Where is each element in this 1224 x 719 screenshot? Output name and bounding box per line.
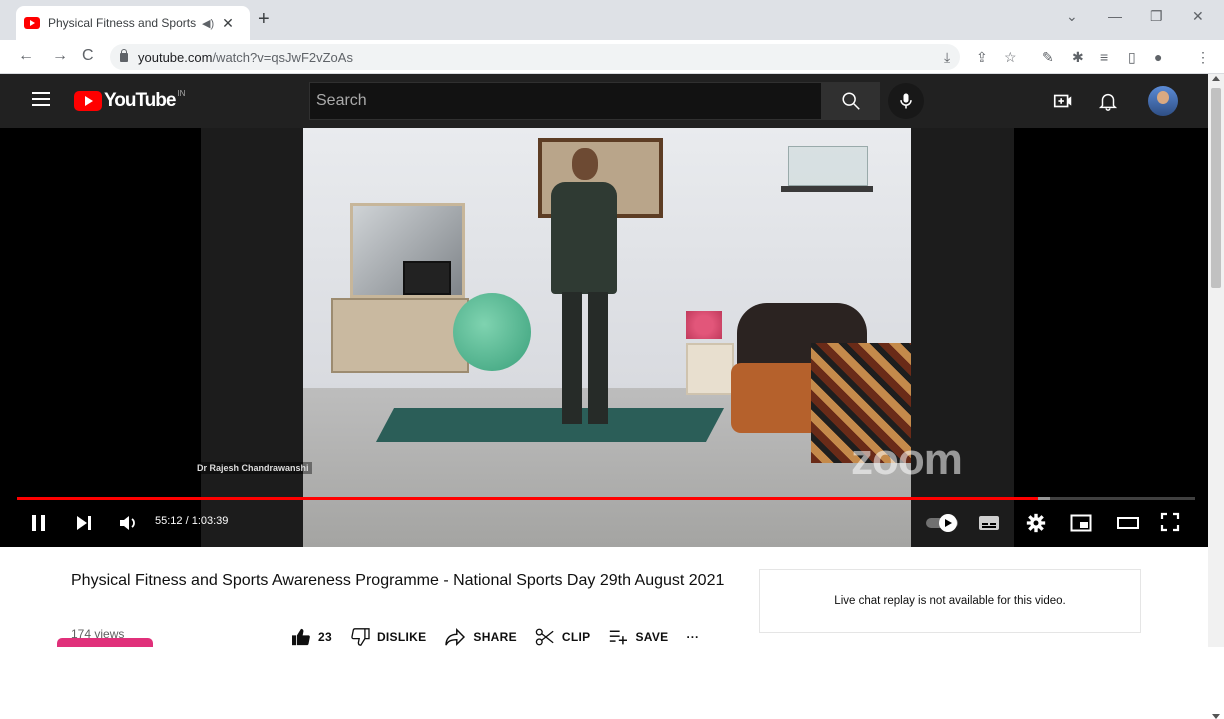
restore-button[interactable]: ❐: [1150, 8, 1163, 25]
close-tab-icon[interactable]: ✕: [222, 15, 234, 32]
youtube-header: YouTube IN: [0, 74, 1208, 128]
account-avatar[interactable]: [1148, 86, 1178, 116]
save-button[interactable]: SAVE: [608, 628, 668, 646]
next-video-icon[interactable]: [75, 514, 93, 532]
dislike-label: DISLIKE: [376, 630, 427, 644]
youtube-logo[interactable]: YouTube IN: [74, 88, 186, 112]
page-scrollbar[interactable]: [1208, 74, 1224, 719]
scrollbar-thumb[interactable]: [1211, 88, 1221, 288]
thumbs-down-icon: [351, 628, 370, 646]
new-tab-button[interactable]: +: [258, 8, 270, 31]
notifications-bell-icon[interactable]: [1097, 90, 1119, 112]
search-button[interactable]: [822, 82, 880, 120]
tab-title: Physical Fitness and Sports A: [48, 16, 198, 30]
exercise-ball: [453, 293, 531, 371]
overlay-pink-bar: [57, 638, 153, 647]
pause-icon[interactable]: [30, 513, 48, 533]
miniplayer-icon[interactable]: [1070, 513, 1092, 533]
time-display: 55:12 / 1:03:39: [155, 515, 229, 527]
scroll-down-arrow-icon[interactable]: [1212, 714, 1220, 719]
instructor: [548, 148, 620, 438]
video-content: [303, 128, 911, 547]
search-input[interactable]: [316, 92, 821, 110]
url-path: /watch?v=qsJwF2vZoAs: [212, 49, 353, 65]
reload-button[interactable]: C: [82, 47, 94, 65]
back-button[interactable]: ←: [18, 47, 34, 65]
playlist-add-icon: [610, 630, 628, 645]
zoom-watermark: zoom: [851, 435, 963, 484]
dislike-button[interactable]: DISLIKE: [350, 628, 426, 646]
cabinet: [331, 298, 469, 373]
search-icon: [842, 92, 860, 110]
save-label: SAVE: [635, 630, 669, 644]
close-window-button[interactable]: ✕: [1192, 8, 1204, 25]
scroll-up-arrow-icon[interactable]: [1212, 76, 1220, 81]
trophy-case: [788, 146, 868, 186]
video-progress-bar[interactable]: [17, 497, 1195, 500]
volume-icon[interactable]: [118, 514, 140, 532]
forward-button[interactable]: →: [52, 47, 68, 65]
video-player[interactable]: [8, 128, 1207, 547]
browser-menu-icon[interactable]: ⋮: [1196, 49, 1210, 66]
autoplay-toggle[interactable]: [925, 513, 961, 533]
reading-list-icon[interactable]: ≡: [1100, 49, 1108, 65]
live-chat-panel: Live chat replay is not available for th…: [759, 569, 1141, 633]
video-actions: 23 DISLIKE SHARE CLIP SAVE ···: [291, 628, 717, 646]
search-box[interactable]: [309, 82, 822, 120]
wall-shelf: [781, 186, 873, 192]
browser-tab-strip: Physical Fitness and Sports A ◀) ✕ + ⌄ —…: [0, 0, 1224, 40]
scissors-icon: [535, 628, 554, 646]
browser-tab[interactable]: Physical Fitness and Sports A ◀) ✕: [16, 6, 250, 40]
video-title: Physical Fitness and Sports Awareness Pr…: [71, 572, 725, 589]
lock-icon[interactable]: [120, 48, 128, 62]
like-button[interactable]: 23: [291, 628, 332, 646]
create-video-icon[interactable]: [1052, 90, 1074, 112]
url-domain: youtube.com: [138, 49, 213, 65]
bookmark-star-icon[interactable]: ☆: [1004, 49, 1017, 66]
browser-toolbar: ← → C youtube.com /watch?v=qsJwF2vZoAs ⤓…: [0, 40, 1224, 74]
clip-label: CLIP: [561, 630, 591, 644]
theater-mode-icon[interactable]: [1116, 515, 1140, 531]
address-bar[interactable]: youtube.com /watch?v=qsJwF2vZoAs: [110, 44, 960, 70]
share-label: SHARE: [473, 630, 517, 644]
youtube-favicon-icon: [24, 17, 40, 29]
share-arrow-icon: [445, 628, 466, 646]
pen-extension-icon[interactable]: ✎: [1042, 49, 1054, 66]
thumbs-up-icon: [292, 628, 310, 646]
television: [403, 261, 451, 295]
youtube-page: YouTube IN Search zoom Dr Rajesh Chandra…: [0, 74, 1208, 547]
more-dots-icon: ···: [686, 630, 700, 644]
microphone-icon: [900, 93, 912, 109]
hamburger-menu-icon[interactable]: [32, 92, 50, 106]
played-progress: [17, 497, 1039, 500]
profile-icon[interactable]: ●: [1154, 49, 1162, 65]
settings-gear-icon[interactable]: [1026, 513, 1046, 533]
more-actions-button[interactable]: ···: [686, 630, 699, 644]
youtube-wordmark: YouTube: [104, 90, 176, 111]
voice-search-button[interactable]: [888, 83, 924, 119]
subtitles-icon[interactable]: [978, 515, 1000, 531]
youtube-play-logo-icon: [74, 91, 102, 111]
flower-vase: [686, 311, 722, 339]
speaker-name-caption: Dr Rajesh Chandrawanshi: [194, 462, 312, 474]
region-code: IN: [177, 88, 186, 98]
stool: [686, 343, 734, 395]
chat-unavailable-message: Live chat replay is not available for th…: [834, 595, 1066, 607]
install-app-icon[interactable]: ⤓: [944, 49, 950, 66]
minimize-button[interactable]: —: [1108, 8, 1122, 24]
extensions-puzzle-icon[interactable]: ✱: [1072, 49, 1084, 66]
fullscreen-icon[interactable]: [1160, 512, 1180, 532]
tab-search-chevron-icon[interactable]: ⌄: [1066, 8, 1078, 25]
share-button[interactable]: SHARE: [444, 628, 517, 646]
side-panel-icon[interactable]: ▯: [1128, 49, 1136, 66]
speaker-icon[interactable]: ◀): [202, 17, 214, 30]
share-page-icon[interactable]: ⇪: [976, 49, 988, 66]
like-count: 23: [318, 630, 332, 644]
clip-button[interactable]: CLIP: [535, 628, 591, 646]
